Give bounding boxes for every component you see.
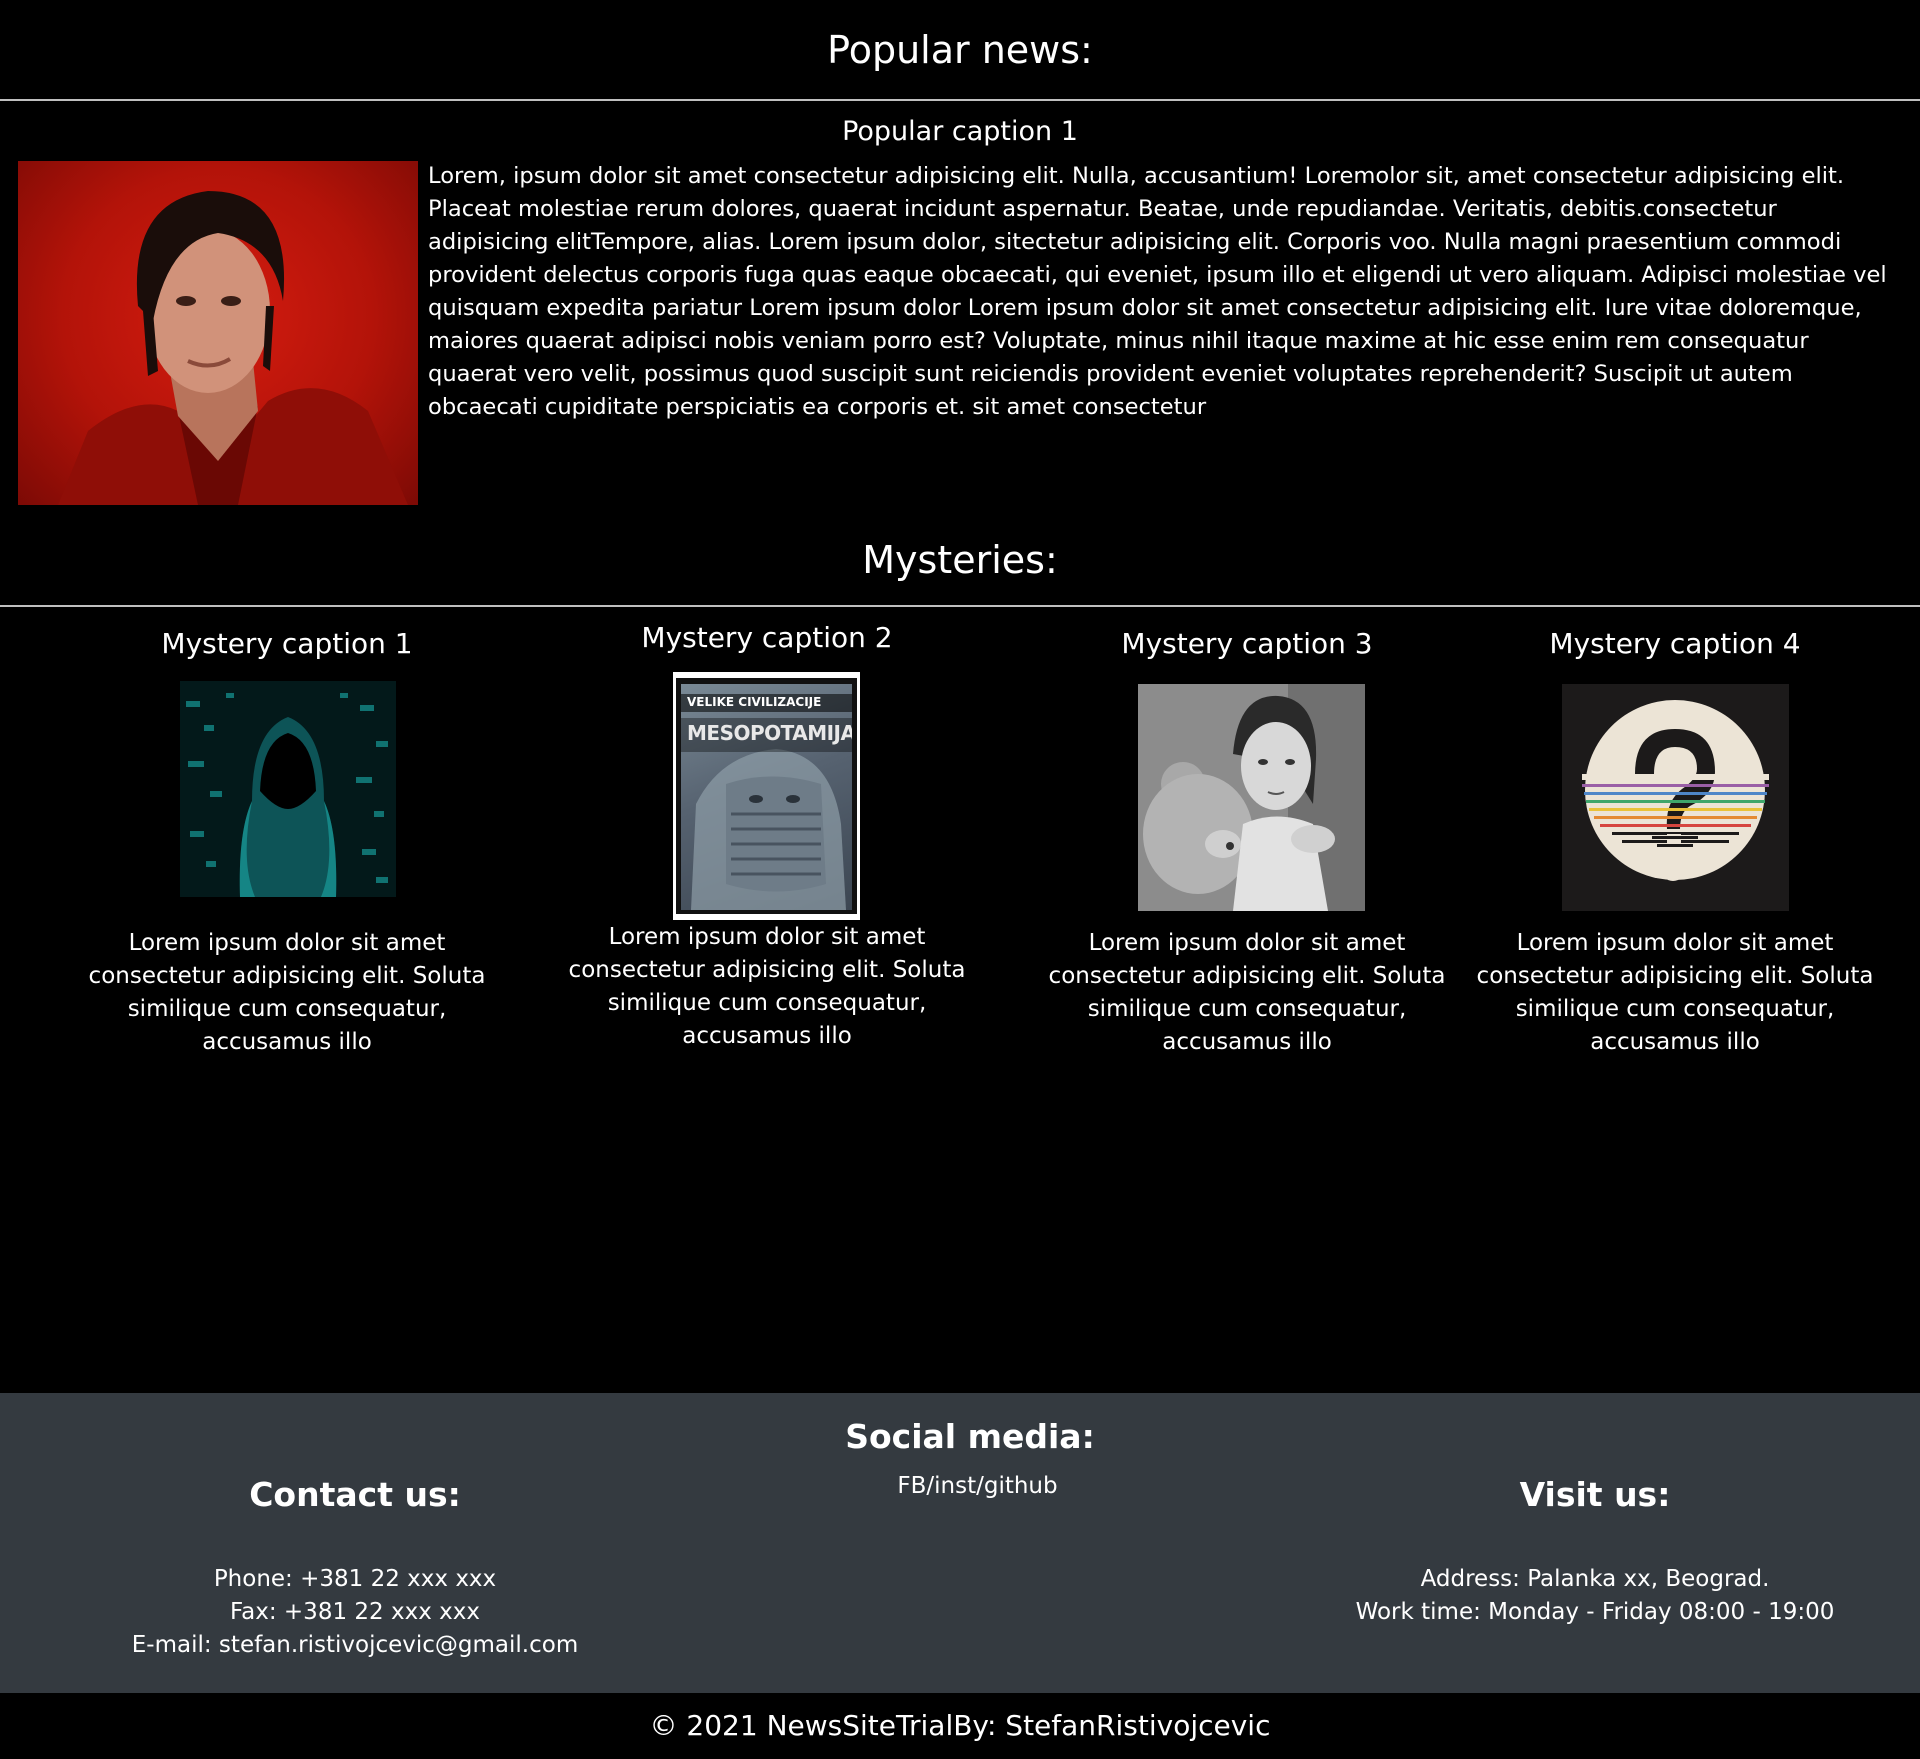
girl-with-teddy-image <box>1138 684 1365 911</box>
popular-caption: Popular caption 1 <box>842 116 1078 147</box>
social-links[interactable]: FB/inst/github <box>760 1470 1195 1503</box>
hooded-hacker-image <box>180 681 396 897</box>
visit-us-title: Visit us: <box>1519 1475 1671 1514</box>
contact-phone: Phone: +381 22 xxx xxx <box>213 1566 497 1592</box>
question-mark-icon <box>1562 684 1789 911</box>
mystery-caption: Mystery caption 1 <box>161 627 413 660</box>
social-media-title: Social media: <box>845 1417 1095 1456</box>
popular-news-text: Lorem, ipsum dolor sit amet consectetur … <box>428 163 1887 420</box>
footer: Social media: FB/inst/github Contact us:… <box>0 1393 1920 1693</box>
contact-email[interactable]: E-mail: stefan.ristivojcevic@gmail.com <box>100 1629 610 1662</box>
copyright: © 2021 NewsSiteTrialBy: StefanRistivojce… <box>649 1709 1271 1742</box>
mystery-caption: Mystery caption 3 <box>1121 627 1373 660</box>
divider <box>0 605 1920 607</box>
visit-hours: Work time: Monday - Friday 08:00 - 19:00 <box>1355 1599 1835 1625</box>
popular-news-image <box>18 161 418 505</box>
contact-fax: Fax: +381 22 xxx xxx <box>230 1599 480 1625</box>
cover-kicker: VELIKE CIVILIZACIJE <box>687 695 822 709</box>
divider <box>0 99 1920 101</box>
popular-news-title: Popular news: <box>827 28 1093 72</box>
mysteries-title: Mysteries: <box>862 538 1058 582</box>
mesopotamija-cover-image: VELIKE CIVILIZACIJE MESOPOTAMIJA <box>673 672 860 920</box>
mystery-card <box>87 0 487 1</box>
mystery-text: Lorem ipsum dolor sit amet consectetur a… <box>1048 930 1446 1055</box>
cover-title: MESOPOTAMIJA <box>687 721 852 745</box>
mystery-caption: Mystery caption 2 <box>641 621 893 654</box>
mystery-text: Lorem ipsum dolor sit amet consectetur a… <box>1476 930 1874 1055</box>
mystery-caption: Mystery caption 4 <box>1549 627 1801 660</box>
visit-address: Address: Palanka xx, Beograd. <box>1420 1566 1770 1592</box>
mystery-text: Lorem ipsum dolor sit amet consectetur a… <box>88 930 486 1055</box>
contact-us-title: Contact us: <box>249 1475 461 1514</box>
mystery-text: Lorem ipsum dolor sit amet consectetur a… <box>568 924 966 1049</box>
